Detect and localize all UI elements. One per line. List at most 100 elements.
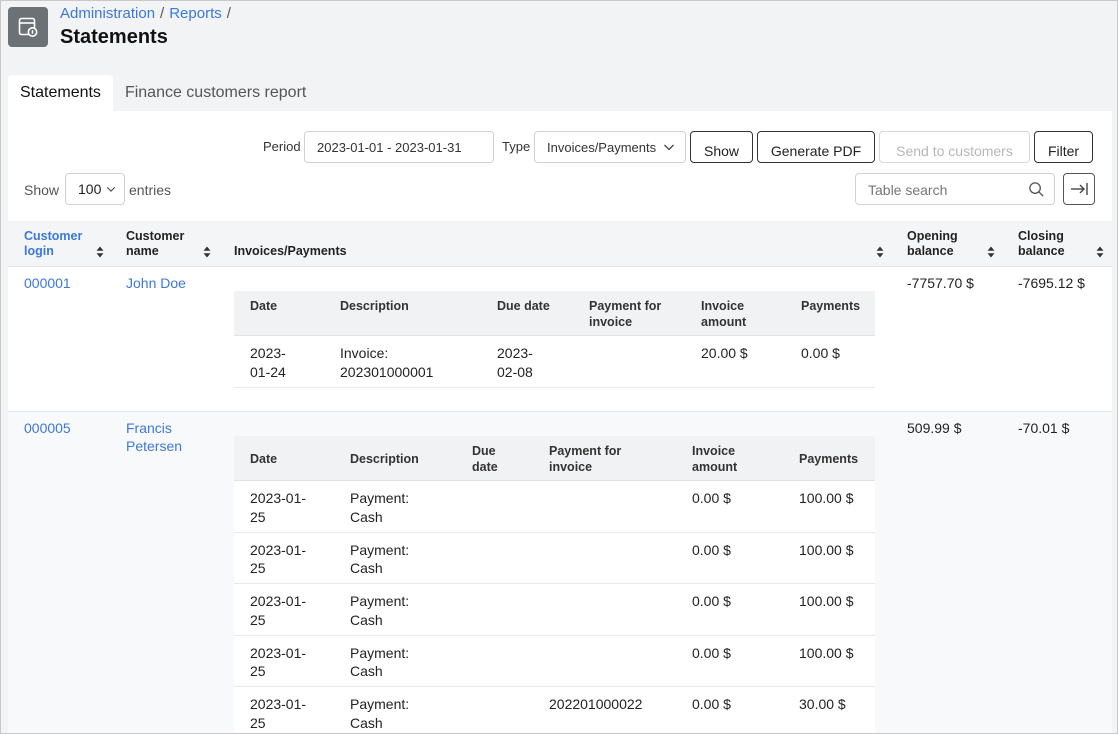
- row-date-line1: 2023-: [250, 345, 286, 361]
- sub-column-description: Description: [340, 299, 409, 313]
- statement-subtable: Date Description Due date Payment for in…: [234, 436, 875, 733]
- row-payments: 100.00 $: [799, 593, 854, 609]
- column-invoices-payments[interactable]: Invoices/Payments: [234, 244, 347, 259]
- column-closing-balance-line2: balance: [1018, 244, 1065, 258]
- search-placeholder: Table search: [868, 182, 948, 198]
- row-date: 2023-01- 25: [250, 644, 306, 681]
- sub-column-invoice-amount-line1: Invoice: [692, 444, 736, 458]
- sub-column-payment-for-line1: Payment for: [589, 299, 662, 313]
- period-input[interactable]: 2023-01-01 - 2023-01-31: [304, 131, 494, 163]
- sub-column-payment-for-invoice: Payment for invoice: [589, 298, 661, 330]
- breadcrumb-administration[interactable]: Administration: [60, 5, 155, 22]
- entries-select[interactable]: 100: [65, 173, 125, 205]
- row-description: Invoice: 202301000001: [340, 344, 433, 381]
- row-description: Payment: Cash: [350, 541, 409, 578]
- send-to-customers-button[interactable]: Send to customers: [879, 131, 1030, 163]
- sort-icon[interactable]: [987, 246, 995, 258]
- customer-name-link[interactable]: John Doe: [126, 274, 186, 292]
- generate-pdf-button[interactable]: Generate PDF: [757, 131, 875, 163]
- column-opening-balance-line1: Opening: [907, 229, 958, 243]
- row-payments: 0.00 $: [801, 345, 840, 361]
- customer-login-link[interactable]: 000001: [24, 274, 71, 292]
- customer-name-line1: Francis: [126, 420, 172, 436]
- sort-icon[interactable]: [96, 246, 104, 258]
- tab-finance-customers-report[interactable]: Finance customers report: [113, 75, 318, 111]
- column-customer-login-line1: Customer: [24, 229, 83, 243]
- statements-panel: Period 2023-01-01 - 2023-01-31 Type Invo…: [8, 111, 1112, 733]
- statement-subtable: Date Description Due date Payment for in…: [234, 291, 875, 388]
- customer-login-link[interactable]: 000005: [24, 419, 71, 437]
- sort-icon[interactable]: [1096, 246, 1104, 258]
- table-row: 000005 Francis Petersen 509.99 $ -70.01 …: [8, 412, 1112, 733]
- tab-bar: Statements Finance customers report: [8, 75, 318, 111]
- row-description-line2: Cash: [350, 508, 383, 525]
- row-date-line2: 25: [250, 714, 266, 731]
- toolbar: Period 2023-01-01 - 2023-01-31 Type Invo…: [8, 131, 1112, 163]
- row-description-line2: Cash: [350, 663, 383, 679]
- customer-name-link[interactable]: Francis Petersen: [126, 419, 182, 455]
- subtable-row: 2023- 01-24 Invoice: 202301000001 2023- 02-…: [234, 336, 875, 388]
- sub-column-invoice-amount: Invoice amount: [692, 443, 737, 475]
- row-description: Payment: Cash: [350, 695, 409, 732]
- show-button[interactable]: Show: [690, 131, 753, 163]
- entries-control: Show 100 entries: [24, 173, 324, 205]
- column-opening-balance[interactable]: Opening balance: [907, 229, 958, 259]
- row-invoice-amount: 0.00 $: [692, 696, 731, 712]
- subtable-header: Date Description Due date Payment for in…: [234, 436, 875, 481]
- page-header: Administration / Reports / Statements: [1, 1, 1117, 73]
- tab-statements[interactable]: Statements: [8, 75, 113, 111]
- row-date-line2: 25: [250, 560, 266, 576]
- column-closing-balance[interactable]: Closing balance: [1018, 229, 1065, 259]
- closing-balance: -7695.12 $: [1018, 275, 1085, 291]
- breadcrumb: Administration / Reports /: [60, 5, 236, 22]
- sub-column-payment-for-line2: invoice: [589, 315, 633, 329]
- column-customer-login-line2: login: [24, 244, 54, 258]
- column-customer-login[interactable]: Customer login: [24, 229, 82, 259]
- row-invoice-amount: 20.00 $: [701, 345, 748, 361]
- sub-column-due-date: Due date: [472, 443, 498, 475]
- row-payments: 100.00 $: [799, 490, 854, 506]
- expand-button[interactable]: [1063, 173, 1095, 205]
- row-date-line1: 2023-01-: [250, 696, 307, 712]
- sub-column-invoice-amount-line1: Invoice: [701, 299, 745, 313]
- type-select[interactable]: Invoices/Payments: [534, 131, 686, 163]
- row-date-line1: 2023-01-: [250, 593, 307, 609]
- row-date-line2: 01-24: [250, 363, 286, 380]
- period-label: Period: [263, 139, 301, 154]
- subtable-row: 2023-01- 25 Payment: Cash 0.00 $ 100.00 $: [234, 532, 875, 584]
- row-date-line2: 25: [250, 663, 266, 679]
- entries-suffix: entries: [129, 182, 172, 198]
- row-date: 2023-01- 25: [250, 592, 306, 629]
- sub-column-payments: Payments: [799, 452, 859, 466]
- closing-balance: -70.01 $: [1018, 420, 1070, 436]
- row-description-line1: Payment:: [350, 593, 410, 609]
- sort-icon[interactable]: [876, 246, 884, 258]
- row-description-line2: 202301000001: [340, 363, 434, 380]
- table-search-input[interactable]: Table search: [855, 173, 1055, 205]
- filter-button[interactable]: Filter: [1034, 131, 1093, 163]
- row-invoice-amount: 0.00 $: [692, 490, 731, 506]
- row-date: 2023- 01-24: [250, 344, 286, 381]
- sub-column-invoice-amount-line2: amount: [692, 460, 738, 474]
- row-payments: 30.00 $: [799, 696, 846, 712]
- column-customer-name[interactable]: Customer name: [126, 229, 184, 259]
- row-date-line2: 25: [250, 611, 266, 628]
- row-date: 2023-01- 25: [250, 695, 306, 732]
- sort-icon[interactable]: [203, 246, 211, 258]
- breadcrumb-reports[interactable]: Reports: [169, 5, 222, 22]
- column-closing-balance-line1: Closing: [1018, 229, 1064, 243]
- column-customer-name-line2: name: [126, 244, 159, 258]
- search-icon[interactable]: [1028, 181, 1045, 198]
- row-description: Payment: Cash: [350, 489, 409, 526]
- row-payment-for-invoice: 202201000022: [549, 696, 643, 712]
- entries-prefix: Show: [24, 182, 60, 198]
- breadcrumb-separator: /: [226, 5, 231, 22]
- row-payments: 100.00 $: [799, 541, 854, 558]
- type-select-value: Invoices/Payments: [547, 140, 657, 155]
- row-date-line1: 2023-01-: [250, 644, 307, 661]
- subtable-row: 2023-01- 25 Payment: Cash 0.00 $ 100.00 $: [234, 635, 875, 687]
- row-description-line1: Payment:: [350, 490, 410, 506]
- opening-balance: -7757.70 $: [907, 275, 974, 291]
- sub-column-payment-for-line1: Payment for: [549, 444, 622, 458]
- chevron-down-icon: [664, 144, 674, 151]
